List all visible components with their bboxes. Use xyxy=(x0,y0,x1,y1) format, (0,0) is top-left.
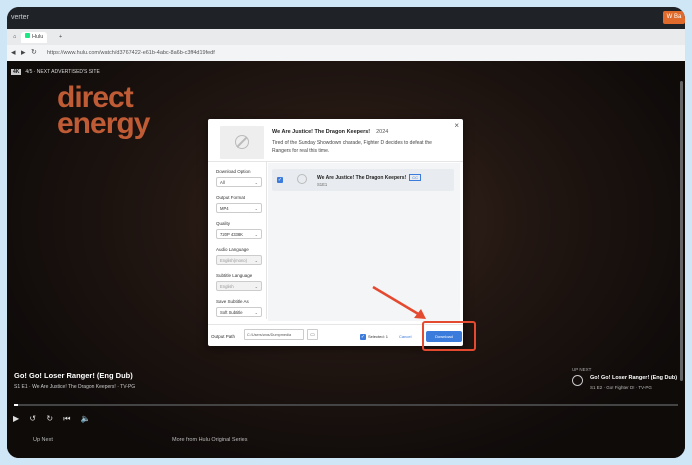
no-image-icon xyxy=(235,135,249,149)
tab-bar: ⌂ Hulu + xyxy=(7,29,685,45)
hulu-favicon-icon xyxy=(25,33,30,38)
chevron-down-icon: ⌄ xyxy=(254,284,258,289)
player-controls: ▶ ↺ ↻ ⏮ 🔈 xyxy=(13,414,99,424)
list-item[interactable]: ✓ We Are Justice! The Dragon Keepers! CC … xyxy=(272,169,454,191)
chevron-down-icon: ⌄ xyxy=(254,206,258,211)
rewind-icon[interactable]: ↺ xyxy=(29,414,36,423)
folder-icon[interactable]: ▭ xyxy=(307,329,318,340)
highlight-box xyxy=(422,321,476,351)
top-right-button[interactable]: W Ba xyxy=(663,11,685,24)
more-from-label: More from Hulu Original Series xyxy=(172,437,248,443)
scrollbar[interactable] xyxy=(680,81,683,381)
cc-badge: CC xyxy=(409,174,421,181)
chevron-down-icon: ⌄ xyxy=(254,258,258,263)
episode-list: ✓ We Are Justice! The Dragon Keepers! CC … xyxy=(268,163,460,321)
audio-language-select[interactable]: English(mono) ⌄ xyxy=(216,255,262,265)
close-icon[interactable]: × xyxy=(454,121,459,130)
output-format-label: Output Format xyxy=(216,195,246,200)
title-bar: verter W Ba xyxy=(7,7,685,29)
play-next-icon[interactable] xyxy=(572,375,583,386)
subtitle-language-label: Subtitle Language xyxy=(216,273,253,278)
chevron-down-icon: ⌄ xyxy=(254,180,258,185)
ad-logo: direct energy xyxy=(57,81,150,140)
show-subtitle: S1 E1 · We Are Justice! The Dragon Keepe… xyxy=(14,384,136,390)
new-tab-icon[interactable]: + xyxy=(55,32,66,43)
subtitle-language-select[interactable]: English ⌄ xyxy=(216,281,262,291)
episode-year: 2024 xyxy=(376,129,389,135)
chevron-down-icon: ⌄ xyxy=(254,310,258,315)
episode-thumbnail xyxy=(220,126,264,159)
options-panel: Download Option All ⌄ Output Format MP4 ⌄ … xyxy=(208,162,267,319)
annotation-arrow-icon xyxy=(372,285,426,319)
output-format-select[interactable]: MP4 ⌄ xyxy=(216,203,262,213)
up-next-label: Up Next xyxy=(33,437,53,443)
episode-description: Tired of the Sunday Showdown charade, Fi… xyxy=(272,140,432,154)
show-title: Go! Go! Loser Ranger! (Eng Dub) xyxy=(14,371,133,380)
no-image-icon xyxy=(297,174,307,184)
select-all-checkbox[interactable]: ✓ xyxy=(360,334,366,340)
chevron-down-icon: ⌄ xyxy=(254,232,258,237)
app-title: verter xyxy=(11,14,29,21)
forward-icon[interactable]: ▸ xyxy=(21,47,26,58)
next-episode-card[interactable]: UP NEXT Go! Go! Loser Ranger! (Eng Dub) … xyxy=(572,367,677,390)
play-icon[interactable]: ▶ xyxy=(13,414,19,423)
quality-select[interactable]: 720P 4338K ⌄ xyxy=(216,229,262,239)
forward-skip-icon[interactable]: ↻ xyxy=(46,414,53,423)
output-path-label: Output Path xyxy=(211,334,236,339)
save-subtitle-select[interactable]: Soft Subtitle ⌄ xyxy=(216,307,262,317)
episode-name: We Are Justice! The Dragon Keepers! CC xyxy=(317,174,421,181)
reload-icon[interactable]: ↻ xyxy=(31,48,37,56)
progress-bar[interactable] xyxy=(14,404,678,406)
episode-title: We Are Justice! The Dragon Keepers! 2024 xyxy=(272,129,389,135)
skip-back-icon[interactable]: ⏮ xyxy=(63,414,70,423)
download-option-select[interactable]: All ⌄ xyxy=(216,177,262,187)
download-option-label: Download Option xyxy=(216,169,251,174)
back-icon[interactable]: ◂ xyxy=(11,47,16,58)
tab-home-icon[interactable]: ⌂ xyxy=(9,32,20,43)
volume-icon[interactable]: 🔈 xyxy=(81,414,91,423)
tab-hulu[interactable]: Hulu xyxy=(21,32,48,43)
episode-checkbox[interactable]: ✓ xyxy=(277,177,283,183)
save-subtitle-label: Save Subtitle As xyxy=(216,299,249,304)
ad-info: 4K 4/5 · NEXT ADVERTISED'S SITE xyxy=(11,69,100,75)
audio-language-label: Audio Language xyxy=(216,247,249,252)
progress-fill xyxy=(14,404,18,406)
cancel-button[interactable]: Cancel xyxy=(399,334,411,339)
address-bar: ◂ ▸ ↻ https://www.hulu.com/watch/d376742… xyxy=(7,45,685,62)
url-input[interactable]: https://www.hulu.com/watch/d3767422-e61b… xyxy=(47,48,347,58)
output-path-input[interactable]: C:/Users/wos/Dumpmedia xyxy=(244,329,304,340)
selected-count: Selected: 1 xyxy=(368,334,389,339)
episode-code: S1E1 xyxy=(317,182,328,187)
quality-label: Quality xyxy=(216,221,231,226)
